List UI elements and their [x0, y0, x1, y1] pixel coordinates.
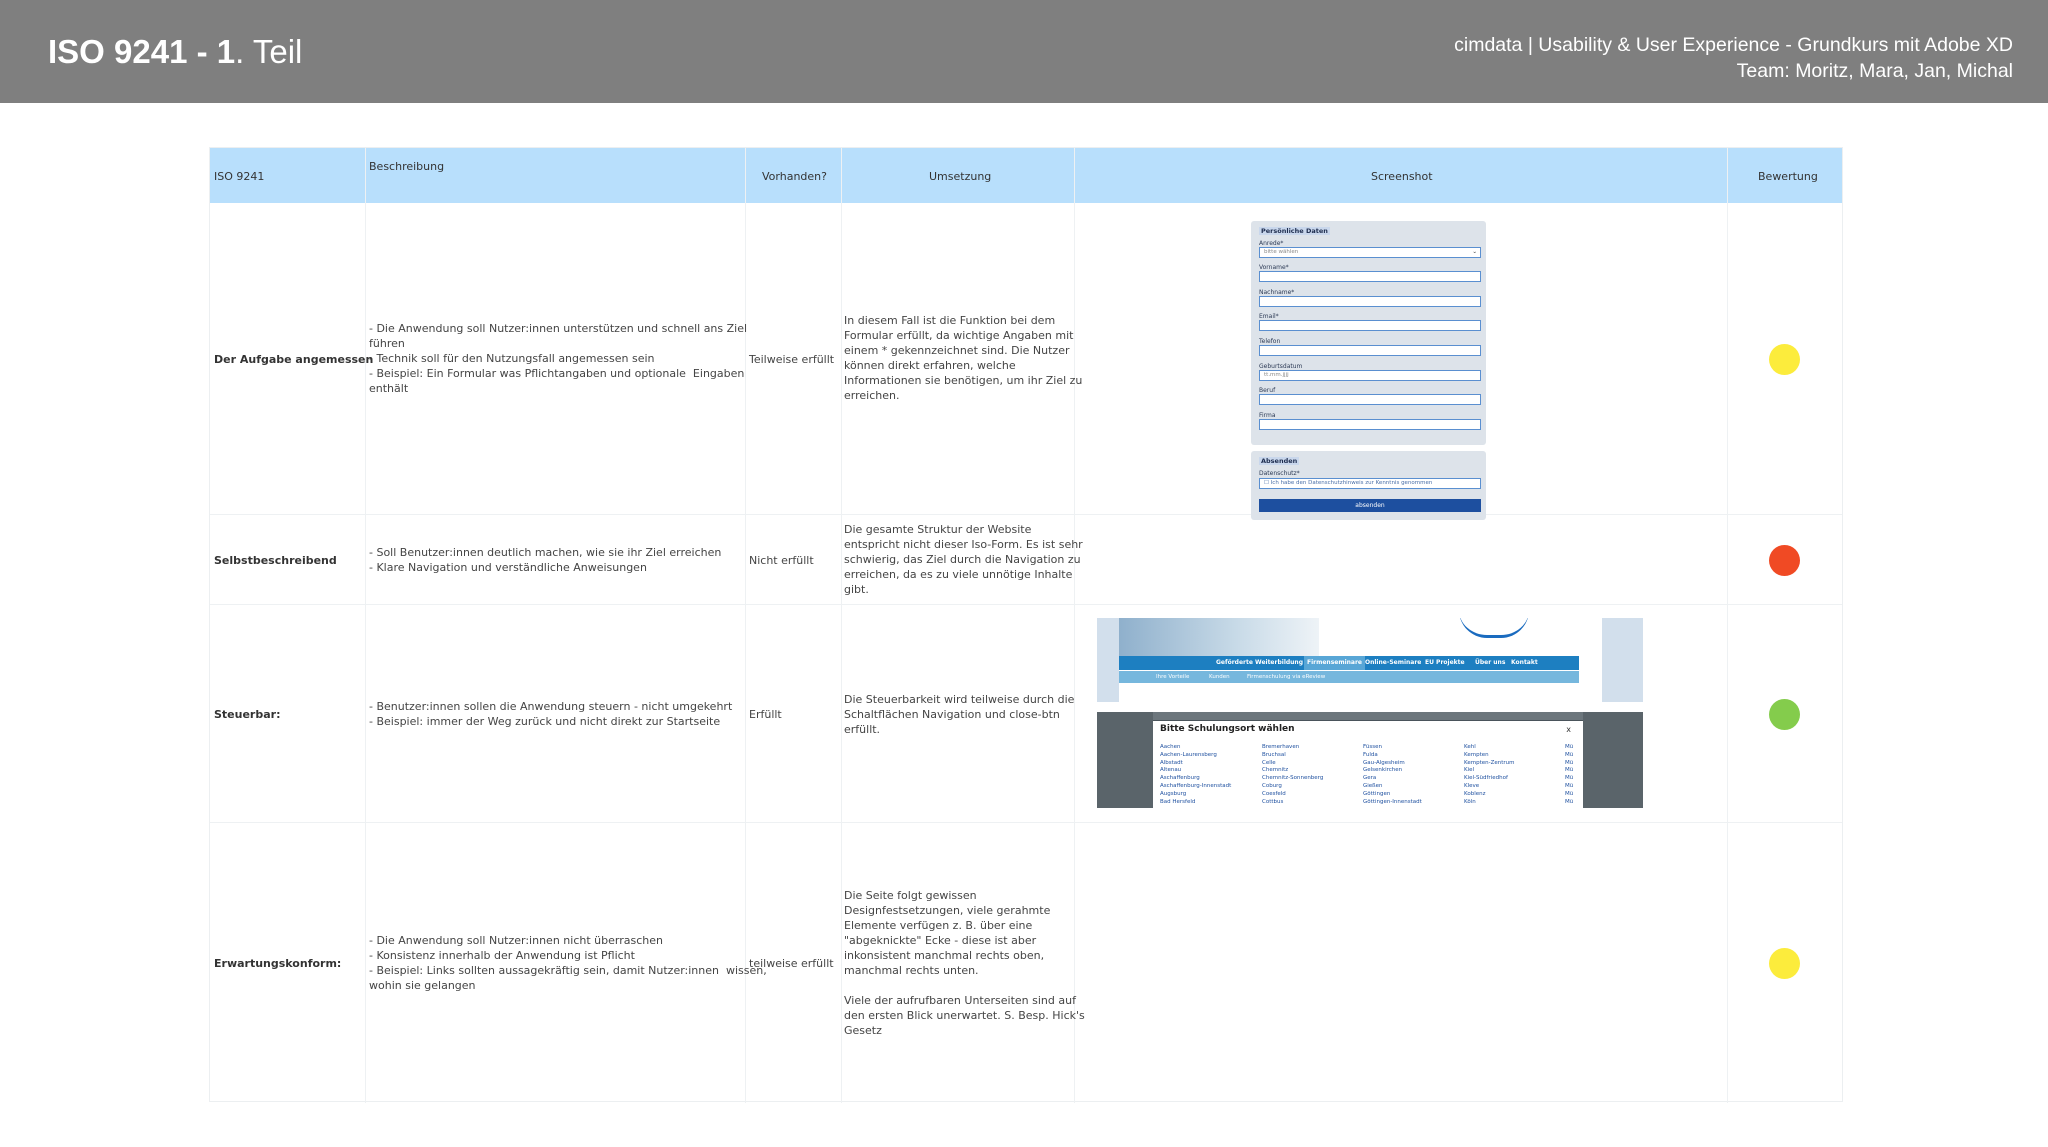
- privacy-checkbox-row: ☐ Ich habe den Datenschutzhinweis zur Ke…: [1259, 478, 1481, 489]
- screenshot-form: Persönliche Daten Anrede* bitte wählen ⌄ …: [1251, 221, 1486, 445]
- slide-title: ISO 9241 - 1. Teil: [48, 33, 302, 71]
- form-input-field: [1259, 320, 1481, 331]
- criterion-implementation: Die Steuerbarkeit wird teilweise durch d…: [844, 693, 1075, 736]
- criterion-status: Erfüllt: [749, 708, 782, 721]
- slide-title-bold: ISO 9241 - 1: [48, 33, 236, 70]
- close-icon: x: [1566, 725, 1571, 734]
- rating-dot: [1769, 948, 1800, 979]
- screenshot-background: [1097, 712, 1153, 808]
- location-list-column: Bremerhaven Bruchsal Celle Chemnitz Chemnitz…: [1262, 744, 1324, 805]
- criterion-name: Steuerbar:: [214, 708, 281, 721]
- nav-item: EU Projekte: [1425, 659, 1465, 666]
- form-field-label: Beruf: [1259, 387, 1276, 394]
- logo-swoosh: [1459, 618, 1529, 638]
- screenshot-form-submit: Absenden Datenschutz* ☐ Ich habe den Dat…: [1251, 451, 1486, 520]
- form-field-label: Nachname*: [1259, 289, 1295, 296]
- modal-title: Bitte Schulungsort wählen: [1160, 724, 1295, 734]
- screenshot-subnav: Ihre Vorteile Kunden Firmenschulung via …: [1119, 671, 1579, 683]
- column-divider: [1727, 148, 1728, 1103]
- column-header-rating: Bewertung: [1758, 170, 1818, 183]
- screenshot-background: [1097, 712, 1643, 720]
- screenshot-side-panel: [1097, 618, 1119, 702]
- form-date-field: tt.mm.jjjj: [1259, 370, 1481, 381]
- screenshot-nav-bar: Geförderte Weiterbildung Firmenseminare …: [1119, 656, 1579, 670]
- criterion-name: Erwartungskonform:: [214, 957, 342, 970]
- form-section-title: Absenden: [1259, 457, 1300, 465]
- form-input-field: [1259, 394, 1481, 405]
- slide-header: ISO 9241 - 1. Teil cimdata | Usability &…: [0, 0, 2048, 103]
- slide-title-rest: . Teil: [235, 33, 303, 70]
- table-header-row: [210, 148, 1842, 203]
- nav-item: Über uns: [1475, 659, 1506, 666]
- rating-dot: [1769, 699, 1800, 730]
- subnav-item: Firmenschulung via eReview: [1247, 674, 1326, 680]
- form-input-field: [1259, 345, 1481, 356]
- column-header-present: Vorhanden?: [762, 170, 827, 183]
- screenshot-background: [1583, 712, 1643, 808]
- screenshot-navigation: Geförderte Weiterbildung Firmenseminare …: [1097, 618, 1643, 702]
- nav-item-active: Firmenseminare: [1304, 656, 1366, 670]
- form-field-label: Vorname*: [1259, 264, 1289, 271]
- form-field-label: Telefon: [1259, 338, 1281, 345]
- form-submit-button: absenden: [1259, 499, 1481, 512]
- location-list-column: Aachen Aachen-Laurensberg Albstadt Altenau A…: [1160, 744, 1232, 805]
- course-info: cimdata | Usability & User Experience - …: [1454, 32, 2013, 84]
- course-name: cimdata | Usability & User Experience - …: [1454, 34, 2013, 56]
- criterion-name: Selbstbeschreibend: [214, 554, 337, 567]
- criterion-status: Nicht erfüllt: [749, 554, 814, 567]
- column-divider: [365, 148, 366, 1103]
- column-header-description: Beschreibung: [369, 160, 445, 173]
- subnav-item: Ihre Vorteile: [1156, 674, 1190, 680]
- column-header-iso: ISO 9241: [214, 170, 265, 183]
- form-select-field: bitte wählen ⌄: [1259, 247, 1481, 258]
- column-header-screenshot: Screenshot: [1371, 170, 1433, 183]
- row-divider: [210, 514, 1842, 515]
- criterion-description: - Soll Benutzer:innen deutlich machen, w…: [369, 546, 722, 574]
- criterion-status: Teilweise erfüllt: [749, 353, 835, 366]
- form-field-label: Geburtsdatum: [1259, 363, 1303, 370]
- nav-item: Geförderte Weiterbildung: [1216, 659, 1304, 666]
- subnav-item: Kunden: [1209, 674, 1230, 680]
- form-field-label: Email*: [1259, 313, 1279, 320]
- criterion-description: - Die Anwendung soll Nutzer:innen nicht …: [369, 934, 767, 992]
- rating-dot: [1769, 344, 1800, 375]
- location-list-column: Kehl Kempten Kempten-Zentrum Kiel Kiel-Südfr…: [1464, 744, 1515, 805]
- criterion-implementation: Die gesamte Struktur der Website entspri…: [844, 523, 1083, 596]
- form-section-title: Persönliche Daten: [1259, 227, 1330, 235]
- location-list-column: Füssen Fulda Gau-Algesheim Gelsenkirchen Ger…: [1363, 744, 1422, 805]
- team-names: Team: Moritz, Mara, Jan, Michal: [1736, 60, 2013, 82]
- rating-dot: [1769, 545, 1800, 576]
- screenshot-photo: [1119, 618, 1319, 656]
- criterion-status: teilweise erfüllt: [749, 957, 834, 970]
- location-modal: Bitte Schulungsort wählen x Aachen Aachen…: [1153, 721, 1583, 808]
- form-field-label: Anrede*: [1259, 240, 1284, 247]
- form-input-field: [1259, 419, 1481, 430]
- screenshot-modal: Bitte Schulungsort wählen x Aachen Aachen…: [1097, 712, 1643, 808]
- criterion-implementation: In diesem Fall ist die Funktion bei dem …: [844, 314, 1083, 402]
- column-header-implementation: Umsetzung: [929, 170, 992, 183]
- form-input-field: [1259, 271, 1481, 282]
- form-input-field: [1259, 296, 1481, 307]
- screenshot-side-panel: [1602, 618, 1643, 702]
- form-field-label: Firma: [1259, 412, 1276, 419]
- row-divider: [210, 822, 1842, 823]
- criterion-description: - Die Anwendung soll Nutzer:innen unters…: [369, 322, 748, 395]
- row-divider: [210, 604, 1842, 605]
- column-divider: [841, 148, 842, 1103]
- nav-item: Kontakt: [1511, 659, 1538, 666]
- criterion-name: Der Aufgabe angemessen: [214, 353, 374, 366]
- criterion-implementation: Die Seite folgt gewissen Designfestsetzu…: [844, 889, 1085, 1037]
- location-list-column: Mü Mü Mü Mü Mü Mü Mü Mü: [1565, 744, 1574, 805]
- nav-item: Online-Seminare: [1365, 659, 1422, 666]
- criterion-description: - Benutzer:innen sollen die Anwendung st…: [369, 700, 733, 728]
- form-field-label: Datenschutz*: [1259, 470, 1300, 477]
